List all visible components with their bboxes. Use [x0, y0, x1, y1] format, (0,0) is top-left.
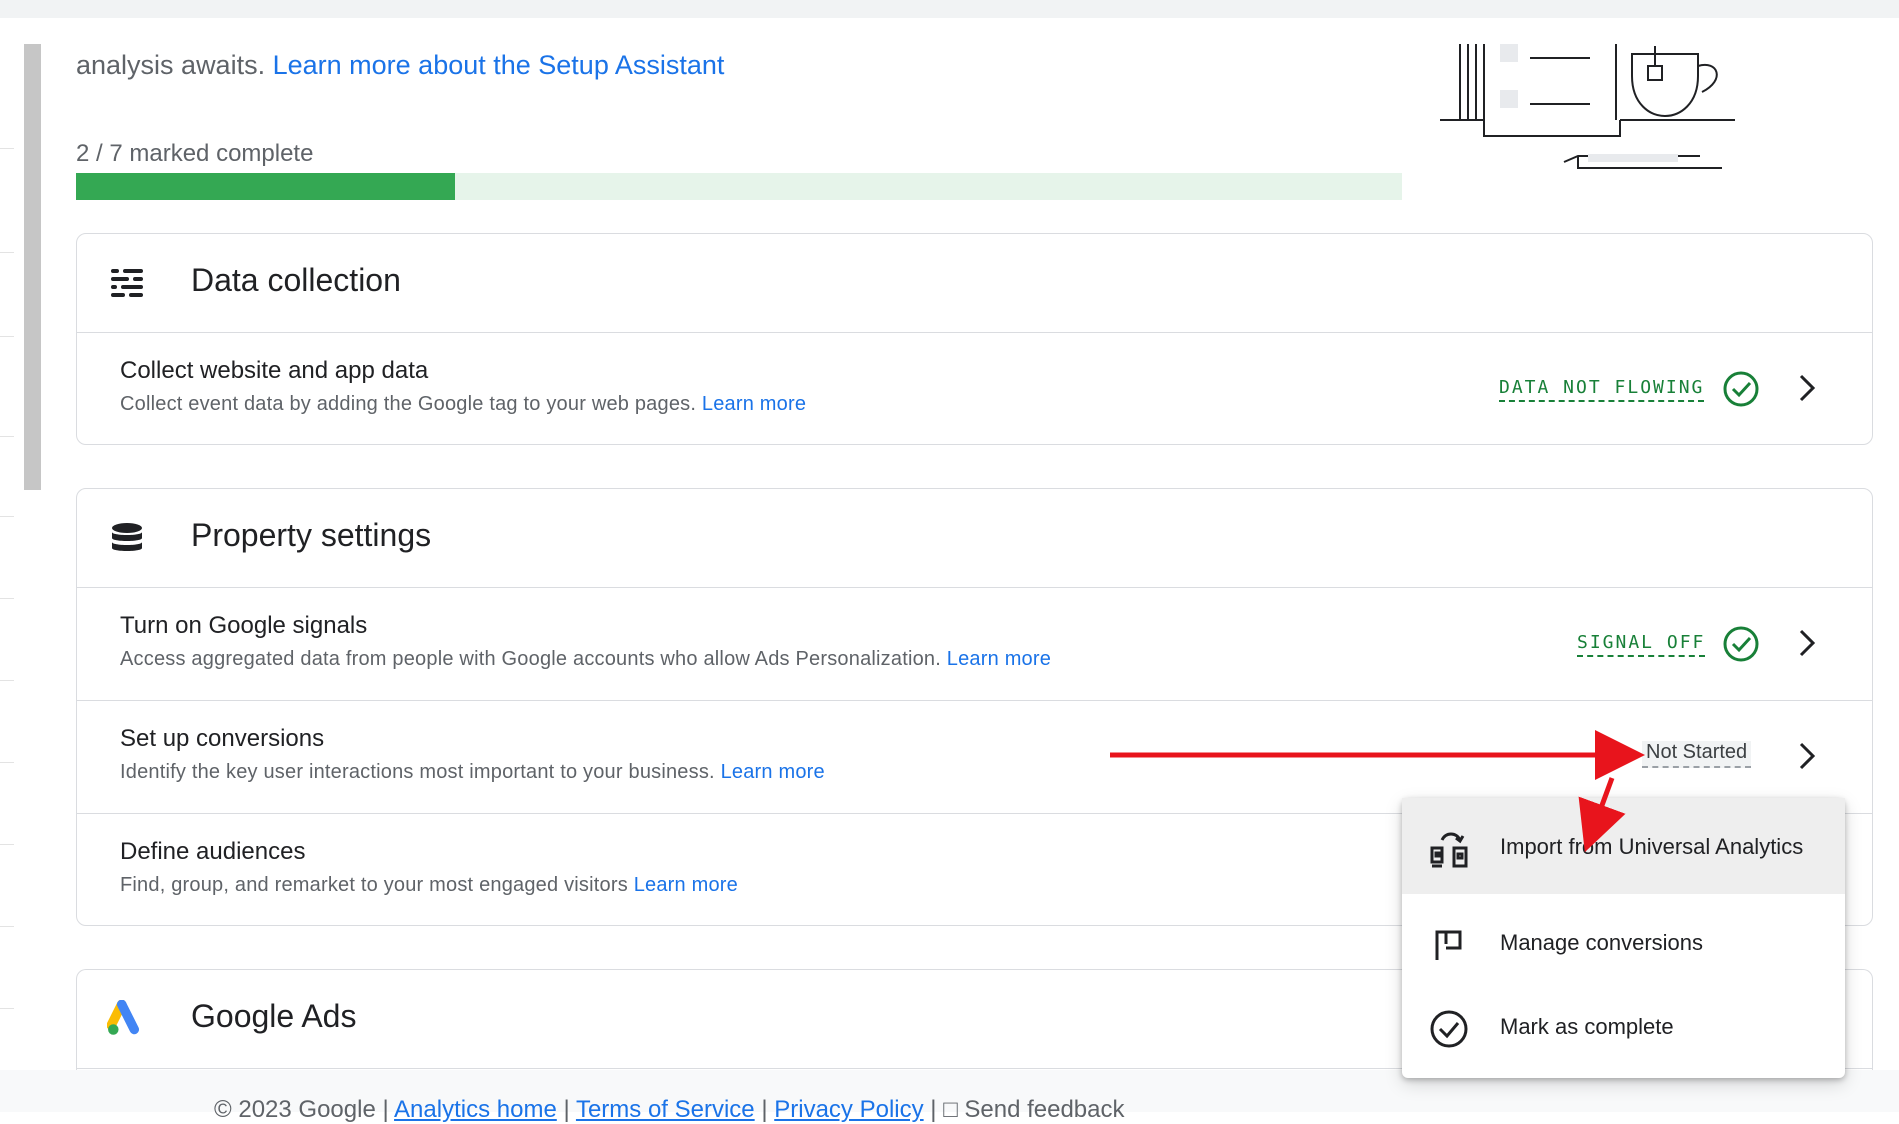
task-description: Identify the key user interactions most … [120, 761, 825, 784]
left-nav-edge [0, 0, 14, 1070]
card-title: Property settings [191, 517, 432, 553]
learn-more-link[interactable]: Learn more [702, 393, 806, 415]
task-title: Set up conversions [120, 725, 325, 752]
feedback-icon[interactable]: □ [943, 1096, 958, 1123]
progress-label: 2 / 7 marked complete [76, 140, 314, 167]
task-description-text: Collect event data by adding the Google … [120, 393, 697, 415]
menu-item-import-ua[interactable]: Import from Universal Analytics [1402, 798, 1845, 894]
check-circle-icon [1723, 371, 1759, 407]
chevron-right-icon[interactable] [1789, 625, 1825, 661]
status-badge[interactable]: DATA NOT FLOWING [1499, 377, 1705, 402]
learn-more-link[interactable]: Learn more [721, 761, 825, 783]
footer-copyright: © 2023 Google | [214, 1096, 389, 1123]
flag-icon [1435, 930, 1462, 960]
data-collection-icon [111, 269, 143, 297]
import-icon [1430, 832, 1468, 868]
intro-text: analysis awaits. [76, 50, 266, 80]
task-description: Find, group, and remarket to your most e… [120, 874, 738, 897]
progress-bar [76, 173, 1402, 200]
footer-link-analytics-home[interactable]: Analytics home [394, 1096, 557, 1123]
setup-assistant-link[interactable]: Learn more about the Setup Assistant [273, 50, 725, 80]
task-title: Define audiences [120, 838, 306, 865]
card-title: Data collection [191, 262, 401, 298]
chevron-right-icon[interactable] [1789, 370, 1825, 406]
progress-bar-fill [76, 173, 455, 200]
card-header: Property settings [77, 489, 1872, 587]
menu-item-manage-conversions[interactable]: Manage conversions [1402, 894, 1845, 990]
task-title: Turn on Google signals [120, 612, 368, 639]
database-icon [112, 523, 142, 551]
data-collection-card: Data collection Collect website and app … [76, 233, 1873, 445]
conversions-menu: Import from Universal Analytics Manage c… [1402, 798, 1845, 1078]
check-circle-icon [1430, 1010, 1468, 1048]
menu-item-label: Manage conversions [1500, 930, 1704, 955]
setup-intro: analysis awaits. Learn more about the Se… [76, 50, 724, 81]
task-row-conversions[interactable]: Set up conversions Identify the key user… [77, 701, 1872, 813]
top-bar [0, 0, 1899, 18]
menu-item-label: Mark as complete [1500, 1014, 1674, 1039]
check-circle-icon [1723, 626, 1759, 662]
scrollbar-thumb[interactable] [24, 44, 41, 490]
footer: © 2023 Google | Analytics home | Terms o… [214, 1096, 1125, 1123]
menu-item-mark-complete[interactable]: Mark as complete [1402, 978, 1845, 1074]
chevron-right-icon[interactable] [1789, 738, 1825, 774]
card-title: Google Ads [191, 998, 357, 1034]
learn-more-link[interactable]: Learn more [947, 648, 1051, 670]
footer-feedback[interactable]: Send feedback [964, 1096, 1124, 1123]
setup-illustration [1440, 44, 1735, 169]
status-not-started[interactable]: Not Started [1642, 741, 1752, 768]
task-description-text: Identify the key user interactions most … [120, 761, 715, 783]
task-row-collect-data[interactable]: Collect website and app data Collect eve… [77, 333, 1872, 445]
status-badge[interactable]: SIGNAL OFF [1577, 632, 1706, 657]
task-description: Collect event data by adding the Google … [120, 393, 806, 416]
task-description-text: Find, group, and remarket to your most e… [120, 874, 628, 896]
footer-link-privacy[interactable]: Privacy Policy [774, 1096, 923, 1123]
task-row-google-signals[interactable]: Turn on Google signals Access aggregated… [77, 588, 1872, 700]
google-ads-logo [107, 1000, 140, 1035]
learn-more-link[interactable]: Learn more [634, 874, 738, 896]
task-description: Access aggregated data from people with … [120, 648, 1051, 671]
footer-link-terms[interactable]: Terms of Service [576, 1096, 755, 1123]
card-header: Data collection [77, 234, 1872, 332]
menu-item-label: Import from Universal Analytics [1500, 834, 1804, 859]
task-title: Collect website and app data [120, 357, 429, 384]
task-description-text: Access aggregated data from people with … [120, 648, 942, 670]
